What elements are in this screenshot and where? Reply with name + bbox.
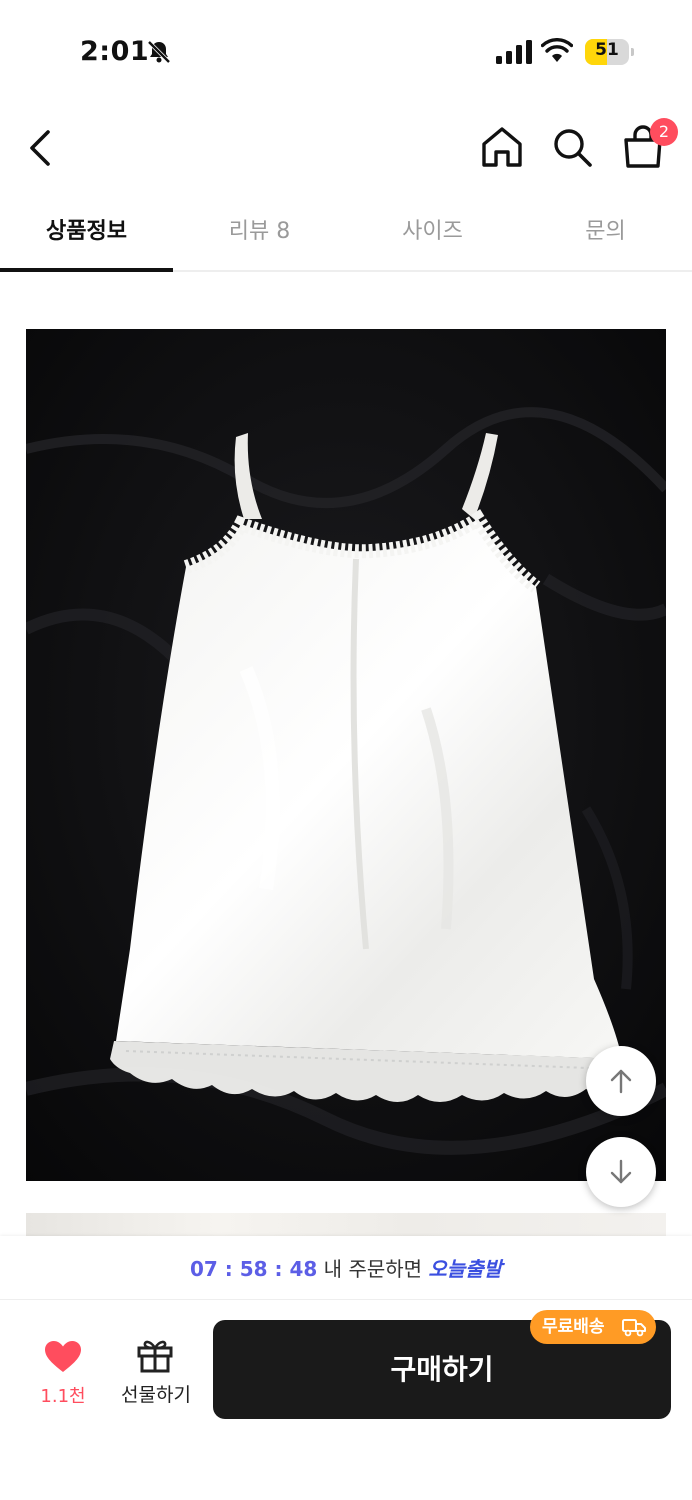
scroll-down-button[interactable] <box>586 1137 656 1207</box>
arrow-up-icon <box>610 1069 632 1094</box>
battery-indicator: 51 <box>585 39 635 65</box>
product-photo <box>26 329 666 1181</box>
delivery-notice: 07 : 58 : 48 내 주문하면 오늘출발 <box>0 1236 692 1300</box>
arrow-down-icon <box>610 1159 632 1184</box>
back-arrow-icon[interactable] <box>18 122 64 174</box>
free-shipping-badge: 무료배송 <box>530 1310 656 1344</box>
tab-product-info[interactable]: 상품정보 <box>0 196 173 272</box>
home-icon[interactable] <box>478 122 526 172</box>
like-count: 1.1천 <box>40 1386 86 1407</box>
tab-size[interactable]: 사이즈 <box>346 196 519 270</box>
delivery-text: 내 주문하면 <box>317 1257 429 1281</box>
product-tabs: 상품정보 리뷰 8 사이즈 문의 <box>0 196 692 272</box>
gift-icon[interactable] <box>136 1336 174 1374</box>
product-image <box>26 329 666 1181</box>
search-icon[interactable] <box>548 122 596 172</box>
bell-muted-icon <box>147 40 171 64</box>
free-shipping-label: 무료배송 <box>542 1317 605 1337</box>
gift-button-label[interactable]: 선물하기 <box>110 1380 202 1407</box>
battery-percent: 51 <box>595 40 619 60</box>
status-bar: 2:01 51 <box>0 0 692 100</box>
same-day-badge: 오늘출발 <box>428 1257 503 1281</box>
tab-reviews[interactable]: 리뷰 8 <box>173 196 346 270</box>
truck-icon <box>622 1319 646 1337</box>
heart-icon[interactable] <box>44 1340 82 1374</box>
cellular-signal-icon <box>496 40 532 64</box>
delivery-countdown: 07 : 58 : 48 <box>189 1257 318 1281</box>
status-time: 2:01 <box>80 36 150 67</box>
wifi-icon <box>541 38 573 62</box>
cart-count-badge: 2 <box>650 118 678 146</box>
scroll-up-button[interactable] <box>586 1046 656 1116</box>
tab-inquiry[interactable]: 문의 <box>519 196 692 270</box>
top-navigation <box>0 100 692 196</box>
purchase-bar: 07 : 58 : 48 내 주문하면 오늘출발 1.1천 선물하기 구매하기 … <box>0 1236 692 1500</box>
